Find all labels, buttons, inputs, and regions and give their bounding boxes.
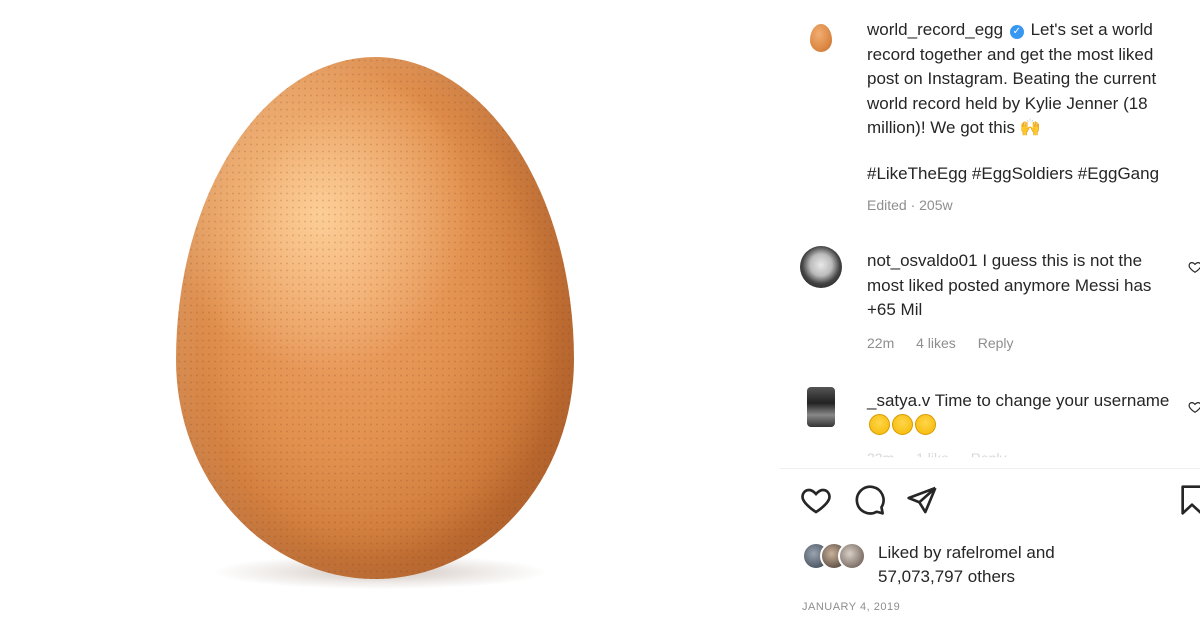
comment-like-heart-icon[interactable] (1188, 260, 1200, 274)
post-side-panel: world_record_egg ✓ Let's set a world rec… (780, 0, 1200, 630)
post-meta: Edited · 205w (867, 197, 953, 213)
liker-avatar[interactable] (838, 542, 866, 570)
comment-icon[interactable] (854, 484, 886, 516)
comment-meta: 22m 4 likes Reply (867, 335, 1032, 351)
smile-emoji-icon (892, 413, 913, 435)
verified-icon: ✓ (1009, 25, 1024, 39)
egg-texture (176, 57, 574, 579)
liked-by-suffix: and (1026, 543, 1055, 562)
comment-time: 22m (867, 335, 895, 351)
actions-divider (780, 468, 1200, 469)
comment-meta: 22m 1 like Reply (867, 450, 1025, 466)
bookmark-icon[interactable] (1176, 484, 1200, 516)
comment-text: Time to change your username (934, 391, 1170, 410)
post-hashtags[interactable]: #LikeTheEgg #EggSoldiers #EggGang (867, 164, 1159, 184)
comment-username[interactable]: not_osvaldo01 (867, 251, 978, 270)
liked-by-user[interactable]: rafelromel (946, 543, 1022, 562)
post-image[interactable] (0, 0, 780, 630)
smile-emoji-icon (915, 413, 936, 435)
comment-item: not_osvaldo01 I guess this is not the mo… (867, 249, 1177, 323)
raised-hands-emoji-icon: 🙌 (1019, 118, 1041, 137)
comment-username[interactable]: _satya.v (867, 391, 930, 410)
comment-time: 22m (867, 450, 895, 466)
comment-likes[interactable]: 4 likes (916, 335, 956, 351)
author-username[interactable]: world_record_egg (867, 20, 1003, 39)
comment-item: _satya.v Time to change your username (867, 389, 1177, 439)
commenter-avatar[interactable] (807, 387, 835, 427)
comment-like-heart-icon[interactable] (1188, 400, 1200, 414)
liked-by-prefix: Liked by (878, 543, 942, 562)
liked-by-text[interactable]: Liked by rafelromel and 57,073,797 other… (878, 541, 1055, 589)
comment-reply-button[interactable]: Reply (978, 335, 1014, 351)
comment-likes[interactable]: 1 like (916, 450, 949, 457)
heart-icon[interactable] (800, 484, 832, 516)
post-date: JANUARY 4, 2019 (802, 601, 901, 613)
smile-emoji-icon (869, 413, 890, 435)
comment-reply-button[interactable]: Reply (971, 450, 1007, 457)
commenter-avatar[interactable] (800, 246, 842, 288)
author-avatar[interactable] (810, 24, 832, 52)
post-caption: world_record_egg ✓ Let's set a world rec… (867, 18, 1187, 141)
share-icon[interactable] (906, 484, 938, 516)
egg-photo (176, 57, 574, 579)
likes-count[interactable]: 57,073,797 others (878, 567, 1015, 586)
